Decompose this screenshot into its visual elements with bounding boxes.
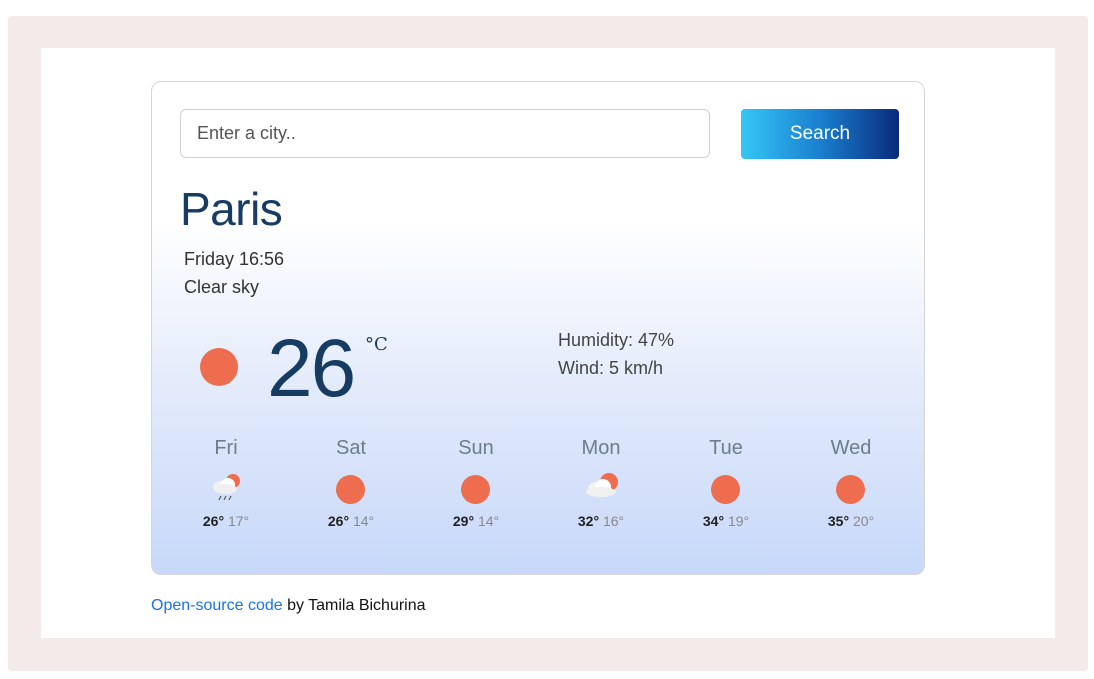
- sun-icon: [796, 465, 906, 511]
- forecast-max: 26°: [202, 513, 225, 529]
- forecast-day-name: Wed: [830, 437, 872, 459]
- sun-icon: [671, 465, 781, 511]
- forecast-day: Sun 29° 14°: [421, 437, 531, 529]
- city-search-input[interactable]: [180, 109, 710, 158]
- current-temperature: 26: [267, 323, 356, 414]
- forecast-day-name: Sun: [458, 437, 494, 459]
- sun-icon: [296, 465, 406, 511]
- forecast-min: 20°: [852, 513, 875, 529]
- forecast-day-name: Mon: [581, 437, 621, 459]
- forecast-min: 14°: [352, 513, 375, 529]
- rain-cloud-icon: [171, 465, 281, 511]
- forecast-max: 35°: [827, 513, 850, 529]
- partly-cloudy-icon: [546, 465, 656, 511]
- sun-icon: [200, 348, 238, 386]
- wind-value: Wind: 5 km/h: [558, 358, 664, 378]
- footer-credit: by Tamila Bichurina: [282, 597, 426, 614]
- forecast-max: 32°: [577, 513, 600, 529]
- forecast-day-name: Tue: [709, 437, 743, 459]
- temperature-unit[interactable]: °C: [365, 334, 388, 355]
- humidity-value: Humidity: 47%: [558, 330, 675, 350]
- forecast-min: 16°: [602, 513, 625, 529]
- sun-icon: [421, 465, 531, 511]
- forecast-min: 19°: [727, 513, 750, 529]
- forecast-day: Tue 34° 19°: [671, 437, 781, 529]
- forecast-day-name: Fri: [214, 437, 238, 459]
- weather-description: Clear sky: [184, 277, 260, 297]
- forecast-max: 26°: [327, 513, 350, 529]
- forecast-min: 17°: [227, 513, 250, 529]
- forecast-max: 29°: [452, 513, 475, 529]
- forecast-day-name: Sat: [335, 437, 367, 459]
- forecast-day: Mon 32° 16°: [546, 437, 656, 529]
- current-datetime: Friday 16:56: [184, 249, 285, 269]
- forecast-day: Wed 35° 20°: [796, 437, 906, 529]
- forecast-day: Sat 26° 14°: [296, 437, 406, 529]
- forecast-max: 34°: [702, 513, 725, 529]
- forecast-min: 14°: [477, 513, 500, 529]
- footer: Open-source code by Tamila Bichurina: [151, 597, 426, 615]
- city-name: Paris: [180, 183, 283, 235]
- weather-card: Search Paris Friday 16:56 Clear sky 26 °…: [151, 81, 925, 575]
- source-code-link[interactable]: Open-source code: [151, 597, 283, 614]
- forecast-day: Fri 26° 17°: [171, 437, 281, 529]
- search-button[interactable]: Search: [741, 109, 899, 159]
